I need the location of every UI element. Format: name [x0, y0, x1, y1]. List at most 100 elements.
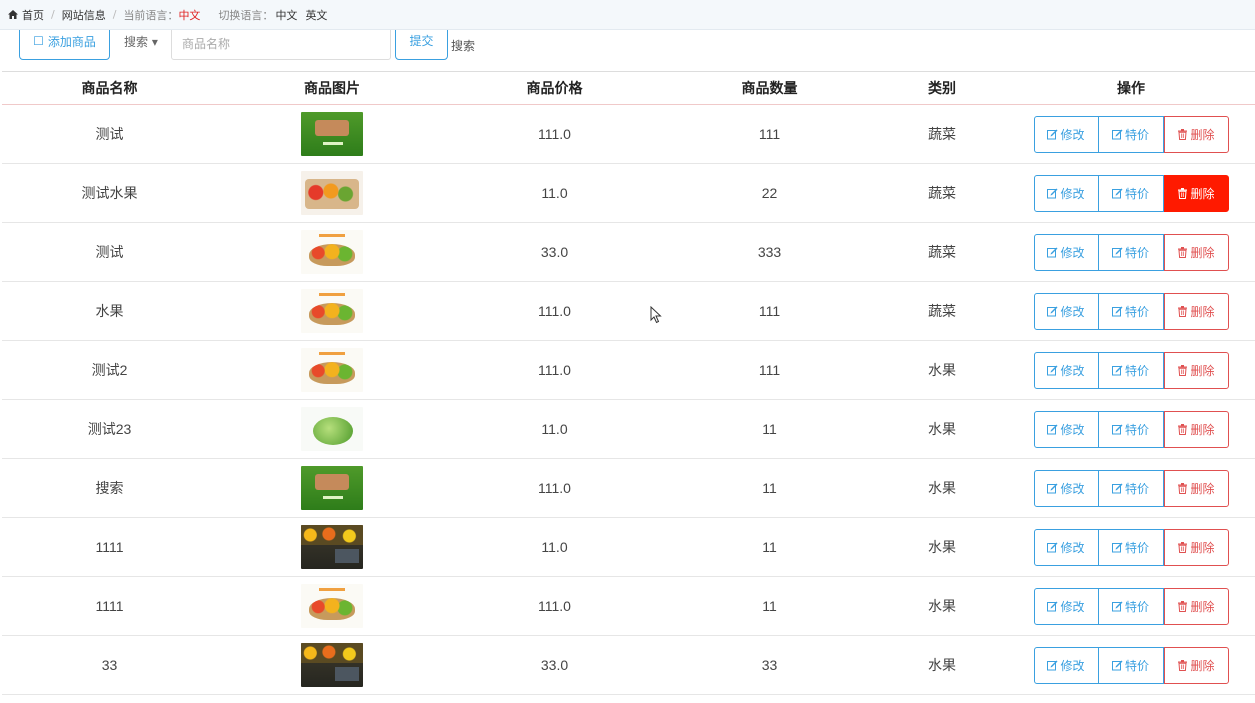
header-actions: 操作	[1117, 80, 1145, 96]
product-actions: 修改 特价 删除	[1007, 233, 1255, 271]
edit-button[interactable]: 修改	[1033, 351, 1099, 389]
product-name: 1111	[95, 539, 124, 555]
special-price-label: 特价	[1124, 540, 1149, 555]
special-price-button[interactable]: 特价	[1098, 174, 1164, 212]
header-price: 商品价格	[526, 80, 583, 96]
product-thumbnail[interactable]	[301, 289, 363, 333]
edit-button[interactable]: 修改	[1033, 174, 1099, 212]
edit-icon	[1047, 365, 1058, 376]
switch-language-zh[interactable]: 中文	[275, 7, 297, 23]
product-thumbnail[interactable]	[301, 348, 363, 392]
product-category: 蔬菜	[928, 244, 956, 260]
edit-label: 修改	[1060, 422, 1085, 437]
trash-icon	[1177, 305, 1188, 317]
edit-button[interactable]: 修改	[1033, 587, 1099, 625]
edit-button[interactable]: 修改	[1033, 233, 1099, 271]
trash-icon	[1177, 187, 1188, 199]
edit-icon	[1111, 247, 1123, 258]
delete-label: 删除	[1190, 304, 1215, 319]
product-thumbnail[interactable]	[301, 407, 363, 451]
edit-button[interactable]: 修改	[1033, 410, 1099, 448]
special-price-button[interactable]: 特价	[1098, 233, 1164, 271]
product-actions: 修改 特价 删除	[1007, 528, 1255, 566]
product-quantity: 22	[761, 185, 778, 201]
product-price: 11.0	[541, 185, 568, 201]
special-price-label: 特价	[1124, 658, 1149, 673]
product-thumbnail[interactable]	[301, 584, 363, 628]
delete-button[interactable]: 删除	[1163, 233, 1229, 271]
delete-button[interactable]: 删除	[1163, 292, 1229, 330]
special-price-button[interactable]: 特价	[1098, 410, 1164, 448]
delete-button[interactable]: 删除	[1163, 587, 1229, 625]
edit-icon	[1047, 247, 1058, 258]
product-category: 水果	[928, 421, 956, 437]
product-thumbnail[interactable]	[301, 112, 363, 156]
special-price-button[interactable]: 特价	[1098, 292, 1164, 330]
product-thumbnail[interactable]	[301, 643, 363, 687]
switch-language-en[interactable]: 英文	[305, 7, 327, 23]
delete-button[interactable]: 删除	[1163, 646, 1229, 684]
product-thumbnail[interactable]	[301, 230, 363, 274]
product-actions: 修改 特价 删除	[1007, 469, 1255, 507]
product-actions: 修改 特价 删除	[1007, 587, 1255, 625]
delete-label: 删除	[1190, 481, 1215, 496]
edit-icon	[1111, 306, 1123, 317]
trash-icon	[1177, 423, 1188, 435]
submit-button[interactable]: 提交	[395, 30, 448, 60]
breadcrumb-site-info[interactable]: 网站信息	[62, 7, 106, 23]
product-name: 测试2	[91, 362, 128, 378]
delete-label: 删除	[1190, 599, 1215, 614]
search-type-dropdown[interactable]: 搜索 ▾	[124, 33, 158, 50]
product-actions: 修改 特价 删除	[1007, 351, 1255, 389]
product-name: 水果	[95, 303, 124, 319]
product-price: 111.0	[538, 362, 571, 378]
delete-button[interactable]: 删除	[1163, 410, 1229, 448]
product-quantity: 33	[761, 657, 778, 673]
delete-label: 删除	[1190, 186, 1215, 201]
product-image-cell	[217, 407, 447, 451]
special-price-button[interactable]: 特价	[1098, 528, 1164, 566]
product-price: 11.0	[541, 421, 568, 437]
table-row: 测试 111.0 111 蔬菜 修改 特价 删除	[2, 105, 1255, 164]
table-header: 商品名称 商品图片 商品价格 商品数量 类别 操作	[2, 71, 1255, 105]
edit-icon	[1111, 188, 1123, 199]
home-icon[interactable]	[8, 10, 18, 19]
edit-label: 修改	[1060, 540, 1085, 555]
table-row: 1111 11.0 11 水果 修改 特价 删除	[2, 518, 1255, 577]
delete-button[interactable]: 删除	[1163, 528, 1229, 566]
special-price-label: 特价	[1124, 186, 1149, 201]
special-price-button[interactable]: 特价	[1098, 587, 1164, 625]
product-thumbnail[interactable]	[301, 171, 363, 215]
breadcrumb: 首页 / 网站信息 / 当前语言： 中文 切换语言： 中文 英文	[0, 0, 1255, 30]
product-quantity: 11	[762, 598, 777, 614]
special-price-label: 特价	[1124, 127, 1149, 142]
edit-label: 修改	[1060, 304, 1085, 319]
special-price-button[interactable]: 特价	[1098, 351, 1164, 389]
delete-button[interactable]: 删除	[1163, 115, 1229, 153]
breadcrumb-separator: /	[112, 8, 117, 21]
product-quantity: 111	[758, 362, 781, 378]
edit-button[interactable]: 修改	[1033, 292, 1099, 330]
table-row: 测试2 111.0 111 水果 修改 特价 删除	[2, 341, 1255, 400]
special-price-button[interactable]: 特价	[1098, 115, 1164, 153]
product-table: 商品名称 商品图片 商品价格 商品数量 类别 操作 测试 111.0 111 蔬菜 修改…	[2, 71, 1255, 695]
special-price-button[interactable]: 特价	[1098, 469, 1164, 507]
product-thumbnail[interactable]	[301, 525, 363, 569]
product-name: 1111	[95, 598, 124, 614]
search-input[interactable]: 商品名称	[171, 30, 391, 60]
edit-button[interactable]: 修改	[1033, 528, 1099, 566]
product-category: 蔬菜	[928, 126, 956, 142]
delete-button[interactable]: 删除	[1163, 174, 1229, 212]
product-thumbnail[interactable]	[301, 466, 363, 510]
mouse-cursor-icon	[650, 305, 662, 324]
delete-button[interactable]: 删除	[1163, 469, 1229, 507]
add-product-button[interactable]: ☐ 添加商品	[19, 30, 110, 60]
edit-button[interactable]: 修改	[1033, 646, 1099, 684]
product-name: 测试水果	[81, 185, 138, 201]
edit-button[interactable]: 修改	[1033, 115, 1099, 153]
delete-label: 删除	[1190, 540, 1215, 555]
special-price-button[interactable]: 特价	[1098, 646, 1164, 684]
breadcrumb-home[interactable]: 首页	[22, 7, 44, 23]
delete-button[interactable]: 删除	[1163, 351, 1229, 389]
edit-button[interactable]: 修改	[1033, 469, 1099, 507]
